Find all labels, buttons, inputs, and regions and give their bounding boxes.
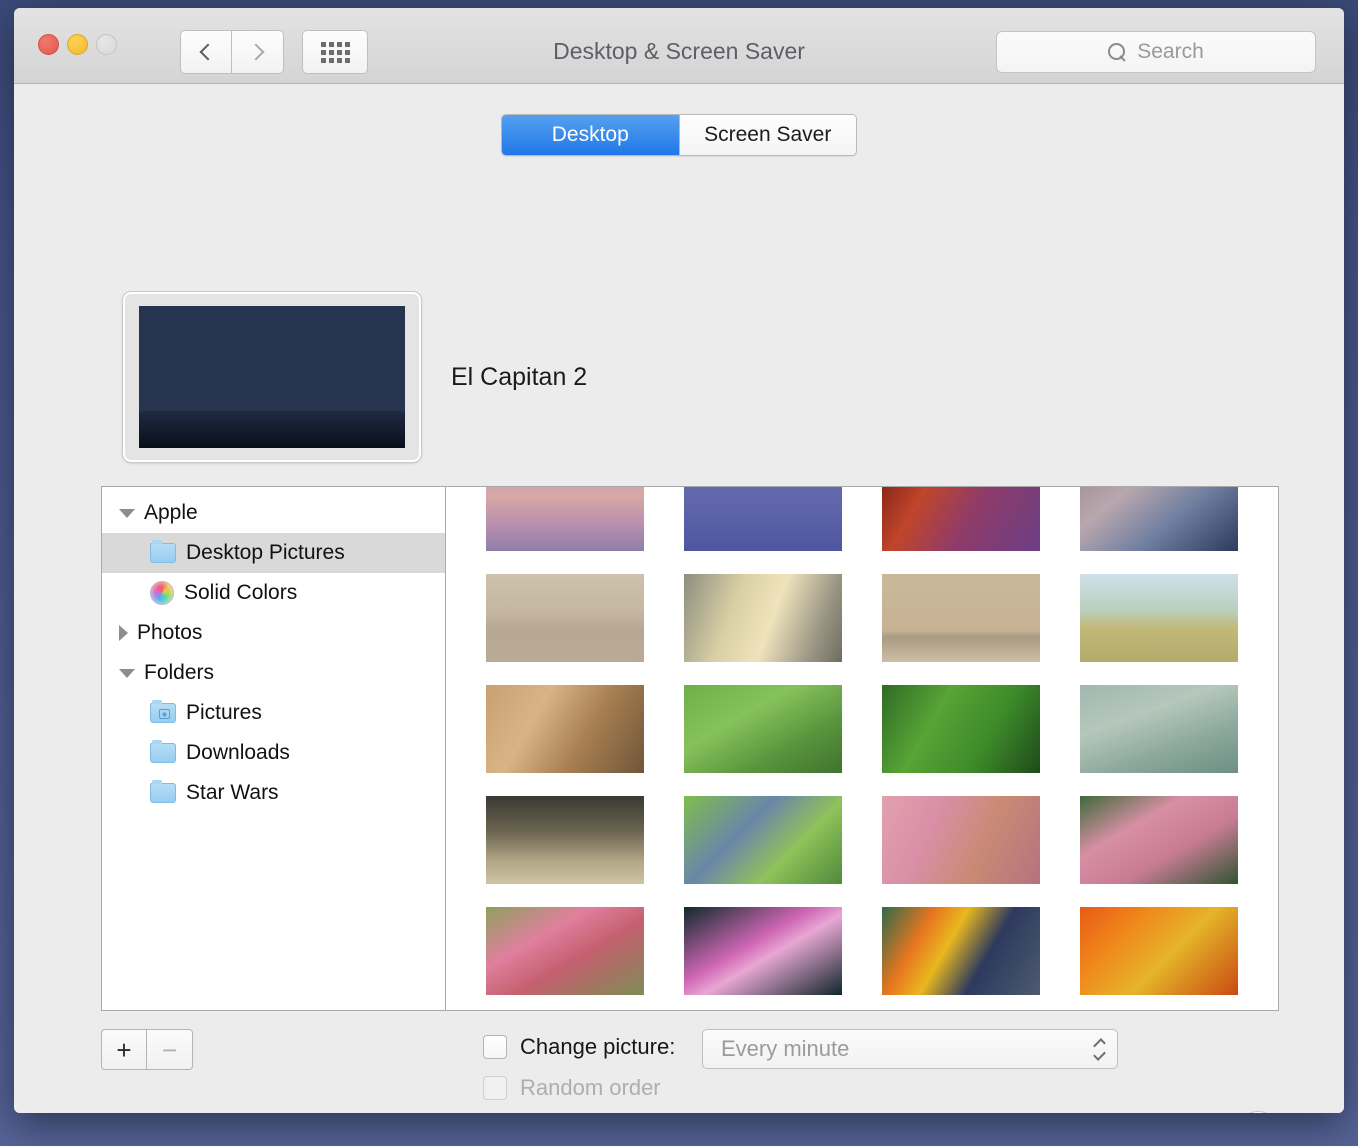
source-list: Apple Desktop Pictures Solid Colors Phot… [102,487,446,1010]
add-remove-folder-group: + − [101,1029,193,1070]
wallpaper-thumbnail-blue-violet-sky[interactable] [684,487,842,551]
sidebar-item-downloads[interactable]: Downloads [102,733,445,773]
wallpaper-thumbnail-dry-grass-dark[interactable] [486,796,644,884]
wallpaper-thumbnail-pink-poppies[interactable] [486,907,644,995]
wallpaper-thumbnail-wet-grass-blades[interactable] [882,685,1040,773]
desktop-background: Desktop & Screen Saver Search Desktop Sc… [0,0,1358,1146]
folder-icon [150,780,176,803]
sidebar-item-pictures[interactable]: Pictures [102,693,445,733]
change-picture-label: Change picture: [520,1034,676,1059]
wallpaper-thumbnail-red-eyed-tree-frog[interactable] [684,685,842,773]
sidebar-item-label: Downloads [186,741,290,764]
wallpaper-thumbnail-orange-abstract-paint[interactable] [1080,907,1238,995]
tab-desktop[interactable]: Desktop [502,115,679,155]
search-icon [1108,42,1127,62]
add-folder-button[interactable]: + [101,1029,147,1070]
wallpaper-thumbnail-lavender-moss[interactable] [684,796,842,884]
random-order-checkbox [483,1076,507,1100]
change-interval-value: Every minute [721,1036,850,1061]
desktop-settings-panel: El Capitan 2 Apple Desktop Pictures Soli… [50,224,1308,1113]
wallpaper-thumbnail-grid [446,487,1278,1010]
sidebar-item-label: Solid Colors [184,581,298,604]
wallpaper-thumbnail-pink-wheat-grass[interactable] [882,796,1040,884]
bottom-controls: + − Change picture: Random order Every m… [101,1029,1279,1113]
change-picture-row: Change picture: [483,1034,675,1060]
wallpaper-thumbnail-waterfall-bird[interactable] [684,574,842,662]
source-and-thumbnail-area: Apple Desktop Pictures Solid Colors Phot… [101,486,1279,1011]
disclosure-triangle-open-icon[interactable] [119,508,135,518]
disclosure-triangle-closed-icon[interactable] [119,625,128,641]
sidebar-item-label: Apple [144,501,198,524]
search-placeholder: Search [1137,40,1204,63]
wallpaper-thumbnail-elephant-savanna[interactable] [1080,574,1238,662]
sidebar-item-label: Desktop Pictures [186,541,345,564]
sidebar-item-desktop-pictures[interactable]: Desktop Pictures [102,533,445,573]
preview-frame[interactable] [123,292,421,462]
sidebar-item-solid-colors[interactable]: Solid Colors [102,573,445,613]
tab-screen-saver[interactable]: Screen Saver [678,115,856,155]
random-order-label: Random order [520,1075,661,1100]
sidebar-item-folders[interactable]: Folders [102,653,445,693]
current-wallpaper-name: El Capitan 2 [451,362,588,391]
color-wheel-icon [150,581,174,605]
tab-bar: Desktop Screen Saver [501,114,857,156]
wallpaper-thumbnail-geometric-color-fan[interactable] [882,907,1040,995]
folder-icon [150,540,176,563]
window-toolbar: Desktop & Screen Saver Search [14,8,1344,84]
random-order-row: Random order [483,1075,661,1101]
wallpaper-thumbnail-lily-pads-pond[interactable] [1080,685,1238,773]
wallpaper-thumbnail-red-canyon-slot[interactable] [882,487,1040,551]
folder-icon [150,740,176,763]
remove-folder-button: − [147,1029,193,1070]
change-interval-dropdown[interactable]: Every minute [702,1029,1118,1069]
sidebar-item-label: Star Wars [186,781,279,804]
preference-pane-body: Desktop Screen Saver El Capitan 2 Apple … [14,84,1344,1113]
stepper-arrows-icon[interactable] [1093,1037,1106,1061]
wallpaper-thumbnail-lion-portrait[interactable] [486,685,644,773]
wallpaper-thumbnail-dusk-mountain-haze[interactable] [1080,487,1238,551]
wallpaper-thumbnail-birds-on-water[interactable] [882,574,1040,662]
sidebar-item-label: Folders [144,661,215,684]
sidebar-item-label: Photos [137,621,203,644]
change-picture-checkbox[interactable] [483,1035,507,1059]
wallpaper-thumbnail-pink-clouds-sunset[interactable] [486,487,644,551]
preview-image [139,306,405,448]
disclosure-triangle-open-icon[interactable] [119,668,135,678]
search-input[interactable]: Search [996,31,1316,73]
wallpaper-thumbnail-island-lake-dawn[interactable] [486,574,644,662]
wallpaper-thumbnail-pink-lotus-flower[interactable] [684,907,842,995]
sidebar-item-star-wars[interactable]: Star Wars [102,773,445,813]
camera-folder-icon [150,700,176,723]
thumbnail-scroll-area[interactable] [446,487,1278,1010]
current-wallpaper-preview: El Capitan 2 [123,292,587,462]
sidebar-item-label: Pictures [186,701,262,724]
wallpaper-thumbnail-pink-bell-flowers[interactable] [1080,796,1238,884]
sidebar-item-apple[interactable]: Apple [102,493,445,533]
help-button[interactable]: ? [1237,1111,1279,1113]
sidebar-item-photos[interactable]: Photos [102,613,445,653]
system-preferences-window: Desktop & Screen Saver Search Desktop Sc… [14,8,1344,1113]
